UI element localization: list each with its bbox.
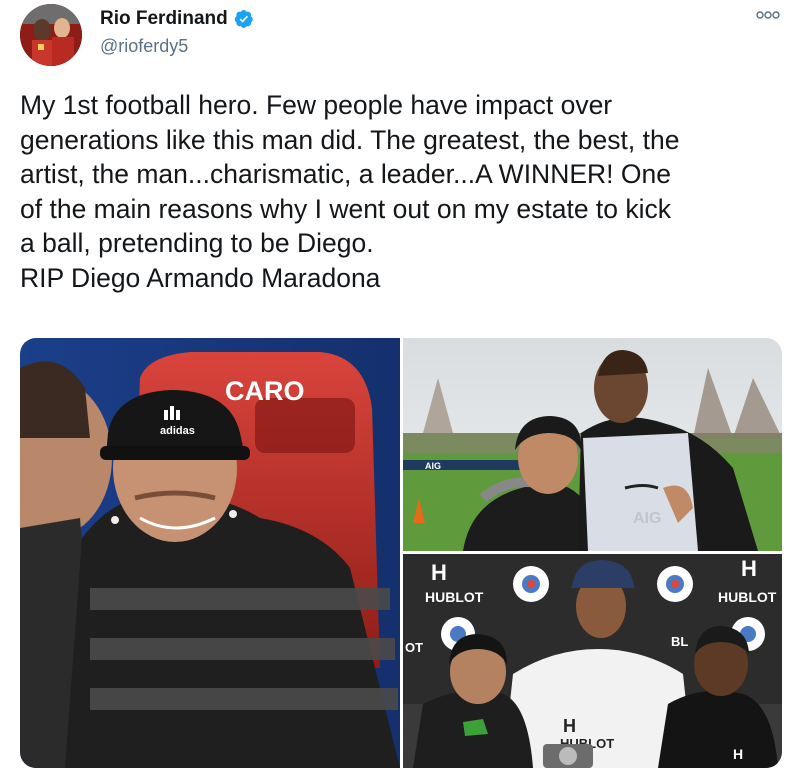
more-options-icon[interactable] bbox=[755, 8, 781, 22]
cap-logo-text: adidas bbox=[160, 425, 195, 437]
hublot-brand-right: HUBLOT bbox=[718, 589, 777, 605]
verified-badge-icon bbox=[234, 10, 253, 28]
pele-shirt-mark: H bbox=[733, 746, 743, 762]
hublot-brand-center: BL bbox=[671, 634, 688, 649]
tweet-text: My 1st football hero. Few people have im… bbox=[20, 90, 680, 293]
hublot-brand-left: HUBLOT bbox=[425, 589, 484, 605]
bib-text: AIG bbox=[633, 510, 661, 527]
hublot-brand-partial: OT bbox=[405, 640, 423, 655]
media-grid: CARO adidas AIG AIG H HUBLOT H HUBLOT OT… bbox=[20, 338, 782, 768]
shirt-hublot-mark: H bbox=[563, 716, 576, 736]
photo-training-ground[interactable]: AIG AIG bbox=[403, 338, 782, 551]
user-handle[interactable]: @rioferdy5 bbox=[100, 36, 188, 57]
avatar[interactable] bbox=[20, 4, 82, 66]
photo-hublot-event[interactable]: H HUBLOT H HUBLOT OT BL H HUBLOT H bbox=[403, 554, 782, 768]
hublot-mark-left: H bbox=[431, 560, 447, 585]
display-name[interactable]: Rio Ferdinand bbox=[100, 8, 228, 30]
seat-brand-text: CARO bbox=[225, 376, 305, 406]
pitch-board-text: AIG bbox=[425, 461, 441, 471]
photo-maradona-stadium-seat[interactable]: CARO adidas bbox=[20, 338, 400, 768]
hublot-mark-right: H bbox=[741, 556, 757, 581]
